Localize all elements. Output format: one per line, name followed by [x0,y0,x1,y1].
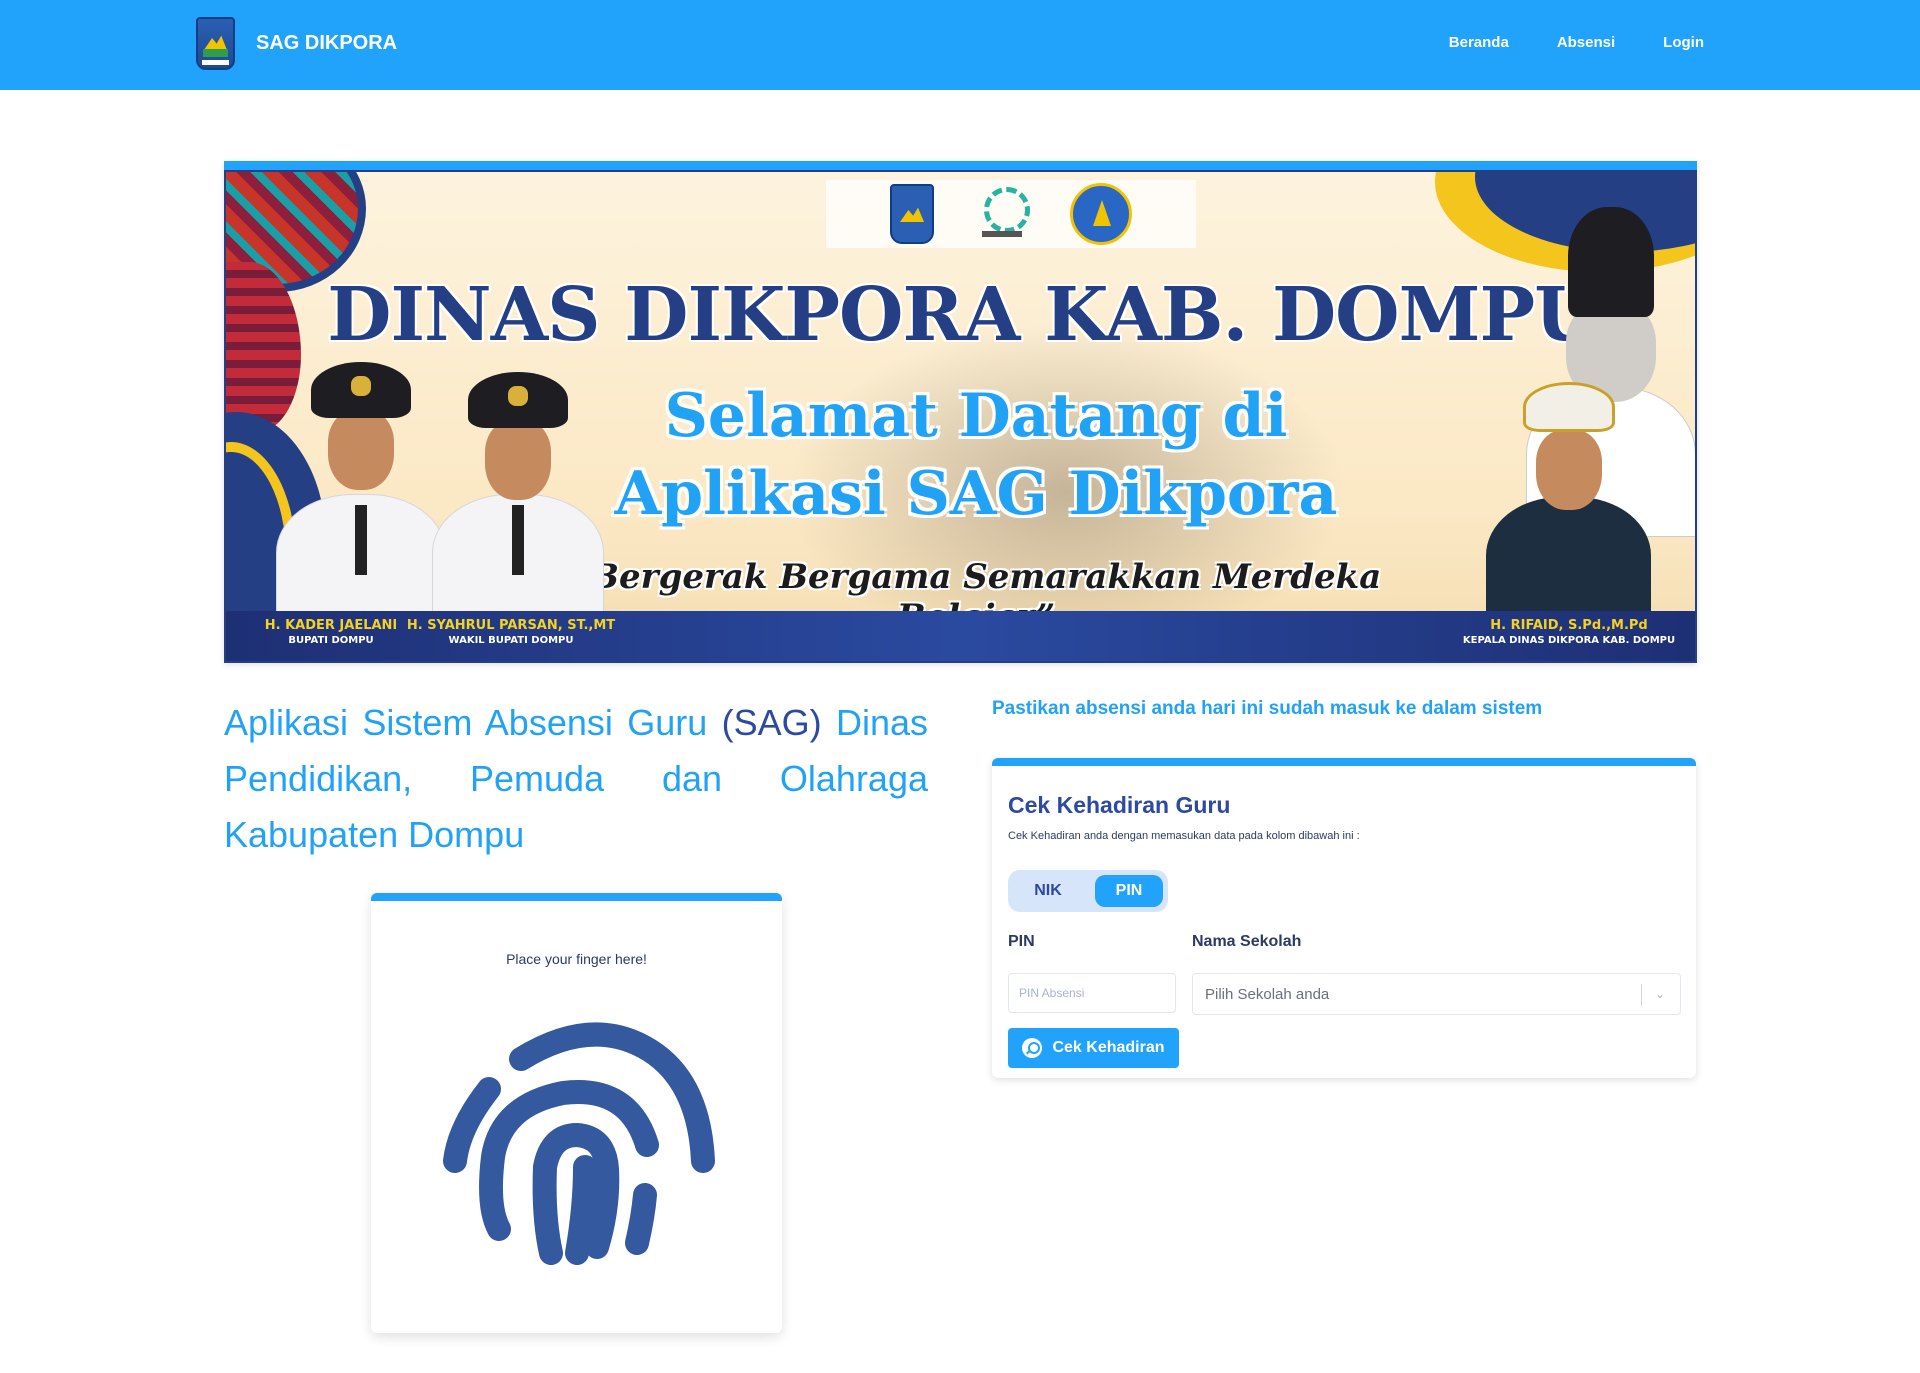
check-attendance-button-label: Cek Kehadiran [1052,1039,1165,1056]
fingerprint-hint: Place your finger here! [506,951,647,967]
nav-link-absensi[interactable]: Absensi [1557,34,1615,51]
caption-name: H. RIFAID, S.Pd.,M.Pd [1490,618,1648,633]
nav-link-beranda[interactable]: Beranda [1449,34,1509,51]
hero-banner: DINAS DIKPORA KAB. DOMPU Selamat Datang … [224,161,1697,663]
check-title: Cek Kehadiran Guru [1008,792,1231,818]
caption-name: H. SYAHRUL PARSAN, ST.,MT [406,618,616,633]
banner-welcome-line2: Aplikasi SAG Dikpora [614,459,1338,529]
intro-abbr: (SAG) [721,702,822,743]
search-icon [1022,1038,1043,1058]
toggle-nik[interactable]: NIK [1014,875,1082,907]
tut-wuri-handayani-logo-icon [1070,183,1132,245]
brand-link[interactable]: SAG DIKPORA [196,17,397,70]
school-select-placeholder: Pilih Sekolah anda [1205,986,1330,1003]
intro-heading: Aplikasi Sistem Absensi Guru (SAG) Dinas… [224,695,928,863]
banner-title: DINAS DIKPORA KAB. DOMPU [327,272,1598,358]
banner-logos [826,180,1196,248]
pin-input[interactable] [1008,973,1176,1013]
caption-wakil-bupati: H. SYAHRUL PARSAN, ST.,MT WAKIL BUPATI D… [386,618,636,646]
select-separator [1641,984,1642,1006]
school-select[interactable]: Pilih Sekolah anda ⌄ [1192,973,1681,1015]
caption-role: WAKIL BUPATI DOMPU [448,635,574,646]
nav-link-login[interactable]: Login [1663,34,1704,51]
dompu-logo-icon [890,184,934,244]
fingerprint-icon[interactable] [439,1017,715,1267]
pin-label: PIN [1008,933,1035,950]
navbar: SAG DIKPORA Beranda Absensi Login [0,0,1920,90]
banner-welcome: Selamat Datang di Aplikasi SAG Dikpora [526,377,1426,533]
bupati-photo [276,362,446,624]
check-attendance-card: Cek Kehadiran Guru Cek Kehadiran anda de… [992,758,1696,1078]
caption-kepala-dinas: H. RIFAID, S.Pd.,M.Pd KEPALA DINAS DIKPO… [1459,618,1679,646]
banner-caption-bar: H. KADER JAELANI BUPATI DOMPU H. SYAHRUL… [226,611,1695,661]
brand-name: SAG DIKPORA [256,32,398,54]
attendance-notice: Pastikan absensi anda hari ini sudah mas… [992,698,1543,719]
nav-links: Beranda Absensi Login [1401,34,1704,51]
toggle-pin[interactable]: PIN [1095,875,1163,907]
fingerprint-scanner-card[interactable]: Place your finger here! [371,893,782,1333]
school-label: Nama Sekolah [1192,933,1302,950]
dompu-logo-icon [196,17,235,70]
kepala-dinas-photo [1486,382,1651,627]
wakil-bupati-photo [432,372,604,624]
hari-pendidikan-nasional-logo-icon [978,185,1030,243]
banner-welcome-line1: Selamat Datang di [664,381,1288,451]
check-attendance-button[interactable]: Cek Kehadiran [1008,1028,1179,1068]
chevron-down-icon[interactable]: ⌄ [1652,984,1668,1004]
check-subtitle: Cek Kehadiran anda dengan memasukan data… [1008,830,1360,842]
intro-text-1: Aplikasi Sistem Absensi Guru [224,702,722,743]
banner-image: DINAS DIKPORA KAB. DOMPU Selamat Datang … [224,170,1697,663]
caption-role: KEPALA DINAS DIKPORA KAB. DOMPU [1462,635,1676,646]
id-type-toggle: NIK PIN [1008,870,1168,912]
